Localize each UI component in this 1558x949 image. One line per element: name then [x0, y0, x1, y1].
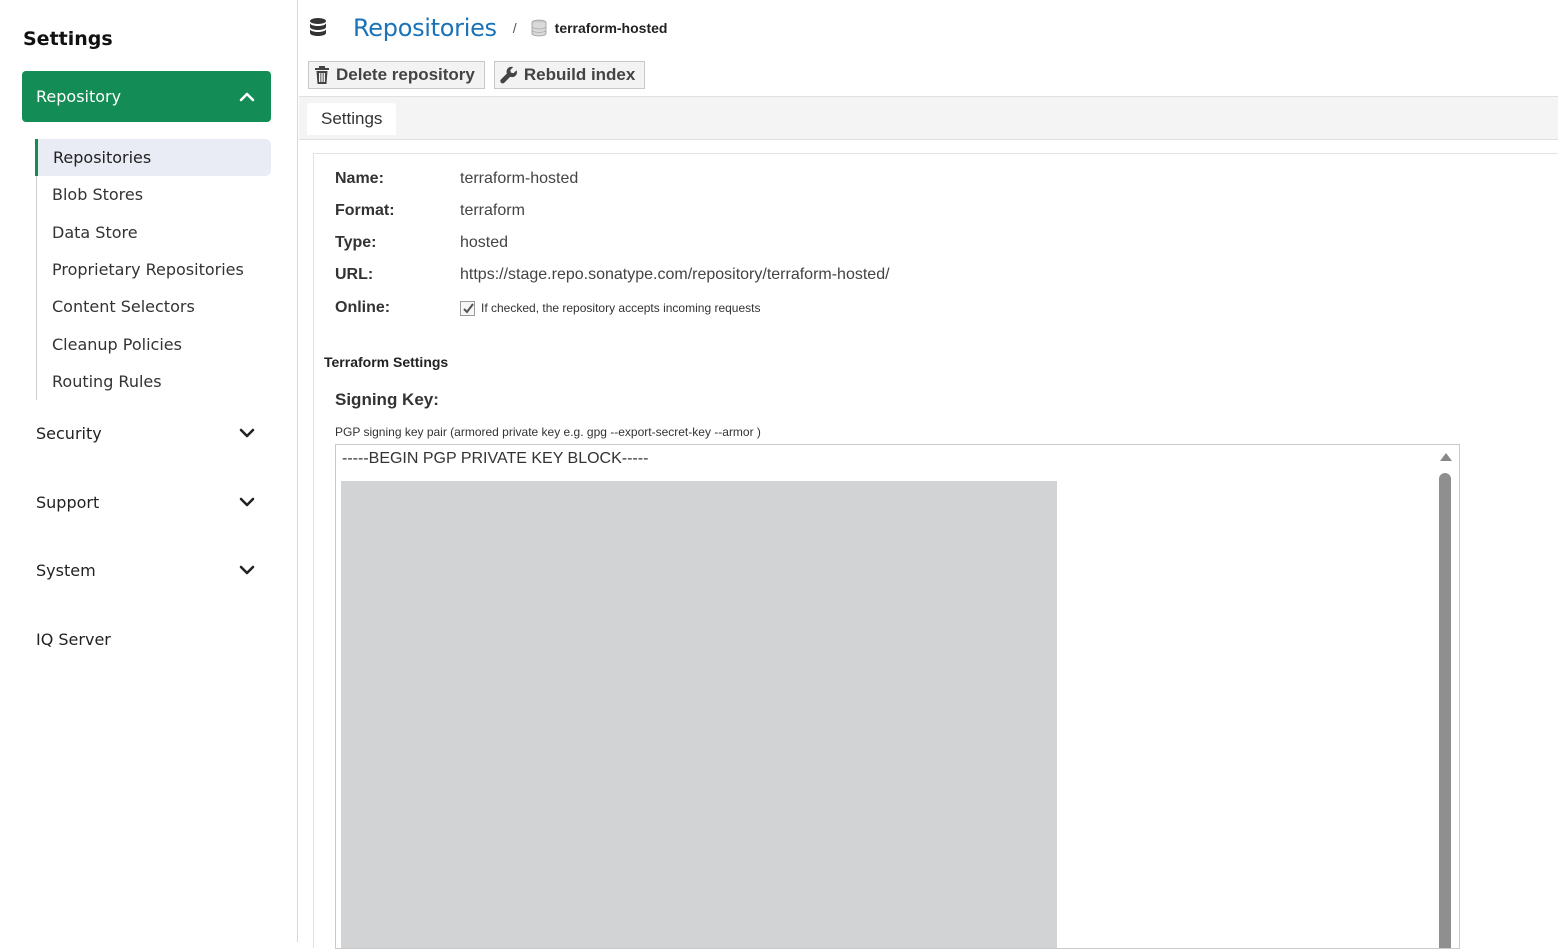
online-hint: If checked, the repository accepts incom…: [481, 301, 761, 315]
nav-group-support-label: Support: [36, 492, 100, 512]
sidebar-item-cleanup-policies[interactable]: Cleanup Policies: [37, 325, 271, 362]
scroll-up-arrow-icon[interactable]: [1440, 453, 1452, 461]
type-value: hosted: [460, 234, 509, 251]
field-url: URL: https://stage.repo.sonatype.com/rep…: [335, 263, 890, 287]
rebuild-index-label: Rebuild index: [523, 65, 636, 84]
signing-key-first-line: -----BEGIN PGP PRIVATE KEY BLOCK-----: [342, 450, 649, 467]
nav-group-repository[interactable]: Repository: [22, 71, 271, 122]
repository-subnav: Repositories Blob Stores Data Store Prop…: [35, 139, 271, 401]
redacted-key-block: [341, 481, 1057, 948]
sidebar-item-routing-rules[interactable]: Routing Rules: [37, 363, 271, 400]
wrench-icon: [500, 66, 517, 84]
signing-key-hint: PGP signing key pair (armored private ke…: [335, 425, 761, 439]
field-online: Online: If checked, the repository accep…: [335, 296, 760, 320]
nav-group-iq-server-label: IQ Server: [36, 629, 111, 649]
delete-repository-button[interactable]: Delete repository: [308, 61, 485, 89]
checkmark-icon: [463, 302, 474, 314]
settings-sidebar: Settings Repository Repositories Blob St…: [0, 0, 298, 942]
nav-group-support[interactable]: Support: [36, 487, 271, 517]
name-value: terraform-hosted: [460, 170, 579, 187]
nav-group-iq-server[interactable]: IQ Server: [36, 624, 271, 654]
sidebar-item-data-store[interactable]: Data Store: [37, 214, 271, 251]
breadcrumb-separator: /: [512, 20, 517, 36]
sidebar-title: Settings: [23, 28, 113, 50]
toolbar: Delete repository Rebuild index: [308, 61, 646, 89]
textarea-scrollbar[interactable]: [1433, 445, 1459, 948]
online-checkbox[interactable]: [460, 300, 475, 316]
main-content: Repositories / terraform-hosted Delete r…: [299, 0, 1558, 949]
field-format: Format: terraform: [335, 199, 525, 223]
url-value: https://stage.repo.sonatype.com/reposito…: [460, 266, 890, 283]
delete-repository-label: Delete repository: [336, 65, 475, 84]
url-label: URL:: [335, 266, 374, 283]
format-label: Format:: [335, 202, 395, 219]
signing-key-textarea[interactable]: -----BEGIN PGP PRIVATE KEY BLOCK-----: [335, 444, 1460, 949]
nav-group-system[interactable]: System: [36, 555, 271, 585]
sidebar-item-blob-stores[interactable]: Blob Stores: [37, 176, 271, 213]
tab-bar: Settings: [299, 96, 1558, 140]
sidebar-item-content-selectors[interactable]: Content Selectors: [37, 288, 271, 325]
signing-key-label: Signing Key:: [335, 390, 439, 409]
breadcrumb-repositories-link[interactable]: Repositories: [353, 14, 497, 42]
format-value: terraform: [460, 202, 525, 219]
nav-group-system-label: System: [36, 560, 96, 580]
repository-icon: [531, 19, 547, 37]
chevron-down-icon: [239, 565, 255, 575]
nav-group-security-label: Security: [36, 423, 102, 443]
rebuild-index-button[interactable]: Rebuild index: [493, 61, 646, 89]
field-type: Type: hosted: [335, 231, 508, 255]
scroll-thumb[interactable]: [1439, 473, 1451, 948]
nav-group-repository-label: Repository: [36, 87, 122, 106]
name-label: Name:: [335, 170, 384, 187]
settings-panel: Name: terraform-hosted Format: terraform…: [313, 153, 1558, 949]
field-name: Name: terraform-hosted: [335, 167, 578, 191]
breadcrumb-current: terraform-hosted: [554, 20, 668, 36]
tab-settings[interactable]: Settings: [307, 103, 397, 135]
chevron-up-icon: [239, 92, 255, 102]
breadcrumb: Repositories / terraform-hosted: [309, 12, 667, 44]
trash-icon: [315, 66, 329, 84]
sidebar-item-repositories[interactable]: Repositories: [35, 139, 271, 177]
sidebar-item-proprietary-repositories[interactable]: Proprietary Repositories: [37, 251, 271, 288]
chevron-down-icon: [239, 497, 255, 507]
type-label: Type:: [335, 234, 377, 251]
terraform-settings-title: Terraform Settings: [324, 354, 449, 370]
online-label: Online:: [335, 299, 391, 316]
database-icon: [310, 18, 326, 36]
chevron-down-icon: [239, 428, 255, 438]
nav-group-security[interactable]: Security: [36, 418, 271, 448]
